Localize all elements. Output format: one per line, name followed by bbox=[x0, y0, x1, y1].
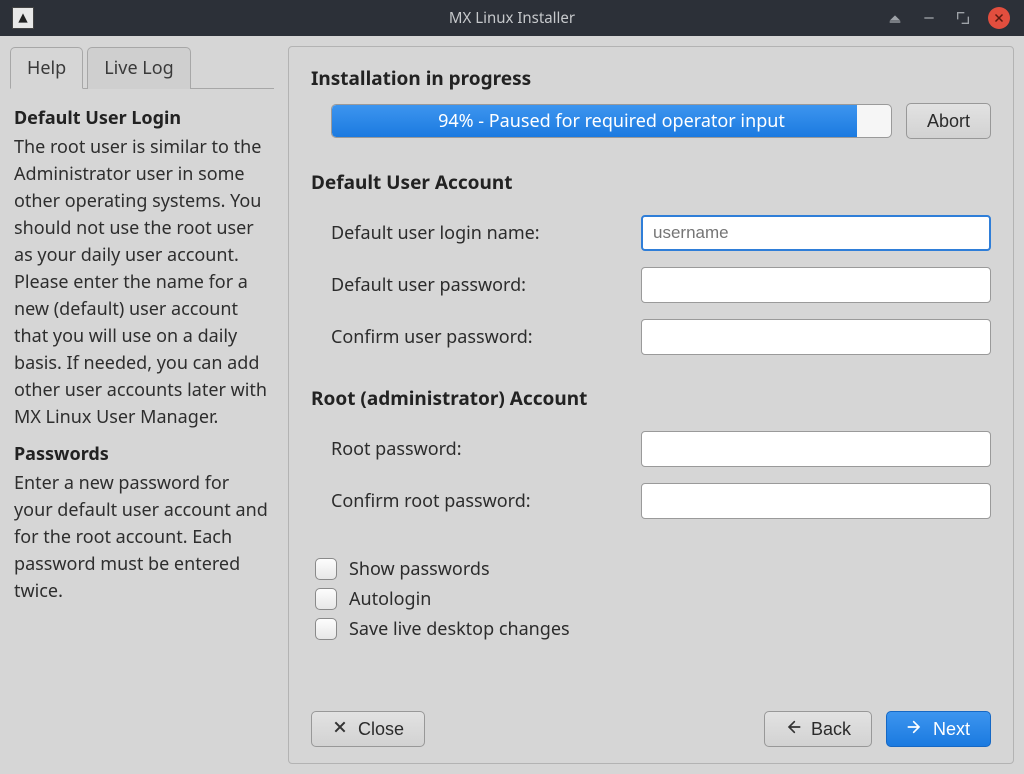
help-text-passwords: Enter a new password for your default us… bbox=[14, 470, 270, 605]
help-heading-passwords: Passwords bbox=[14, 441, 270, 468]
help-body: Default User Login The root user is simi… bbox=[10, 88, 274, 764]
row-user-password: Default user password: bbox=[331, 267, 991, 303]
app-icon bbox=[12, 7, 34, 29]
minimize-icon[interactable] bbox=[920, 9, 938, 27]
progress-label: 94% - Paused for required operator input bbox=[332, 109, 891, 133]
user-password-label: Default user password: bbox=[331, 273, 641, 297]
help-heading-user: Default User Login bbox=[14, 105, 270, 132]
root-heading: Root (administrator) Account bbox=[311, 385, 991, 411]
checkbox-icon[interactable] bbox=[315, 618, 337, 640]
user-password-input[interactable] bbox=[641, 267, 991, 303]
row-login: Default user login name: bbox=[331, 215, 991, 251]
checkbox-icon[interactable] bbox=[315, 588, 337, 610]
arrow-left-icon bbox=[785, 719, 801, 740]
tabs: Help Live Log bbox=[10, 46, 274, 88]
footer-right: Back Next bbox=[764, 711, 991, 747]
close-icon[interactable] bbox=[988, 7, 1010, 29]
check-save-live[interactable]: Save live desktop changes bbox=[315, 617, 991, 641]
help-text-user: The root user is similar to the Administ… bbox=[14, 134, 270, 431]
content-area: Help Live Log Default User Login The roo… bbox=[0, 36, 1024, 774]
show-passwords-label: Show passwords bbox=[349, 557, 490, 581]
progress-row: 94% - Paused for required operator input… bbox=[331, 103, 991, 139]
root-password-confirm-input[interactable] bbox=[641, 483, 991, 519]
titlebar: MX Linux Installer bbox=[0, 0, 1024, 36]
save-live-label: Save live desktop changes bbox=[349, 617, 570, 641]
back-button[interactable]: Back bbox=[764, 711, 872, 747]
close-label: Close bbox=[358, 719, 404, 740]
arrow-right-icon bbox=[907, 719, 923, 740]
back-label: Back bbox=[811, 719, 851, 740]
options-block: Show passwords Autologin Save live deskt… bbox=[311, 551, 991, 647]
check-autologin[interactable]: Autologin bbox=[315, 587, 991, 611]
abort-button[interactable]: Abort bbox=[906, 103, 991, 139]
maximize-icon[interactable] bbox=[954, 9, 972, 27]
window-controls bbox=[886, 7, 1024, 29]
progress-heading: Installation in progress bbox=[311, 65, 991, 91]
row-user-password-confirm: Confirm user password: bbox=[331, 319, 991, 355]
root-password-label: Root password: bbox=[331, 437, 641, 461]
help-panel: Help Live Log Default User Login The roo… bbox=[10, 46, 274, 764]
row-root-password: Root password: bbox=[331, 431, 991, 467]
progress-bar: 94% - Paused for required operator input bbox=[331, 104, 892, 138]
autologin-label: Autologin bbox=[349, 587, 431, 611]
window-title: MX Linux Installer bbox=[449, 8, 575, 28]
footer-buttons: Close Back Next bbox=[311, 693, 991, 747]
user-heading: Default User Account bbox=[311, 169, 991, 195]
row-root-password-confirm: Confirm root password: bbox=[331, 483, 991, 519]
main-panel: Installation in progress 94% - Paused fo… bbox=[288, 46, 1014, 764]
x-icon bbox=[332, 719, 348, 740]
next-button[interactable]: Next bbox=[886, 711, 991, 747]
tab-help[interactable]: Help bbox=[10, 47, 83, 89]
tab-livelog[interactable]: Live Log bbox=[87, 47, 190, 89]
root-password-confirm-label: Confirm root password: bbox=[331, 489, 641, 513]
user-password-confirm-input[interactable] bbox=[641, 319, 991, 355]
login-label: Default user login name: bbox=[331, 221, 641, 245]
shade-icon[interactable] bbox=[886, 9, 904, 27]
close-button[interactable]: Close bbox=[311, 711, 425, 747]
check-show-passwords[interactable]: Show passwords bbox=[315, 557, 991, 581]
login-input[interactable] bbox=[641, 215, 991, 251]
root-password-input[interactable] bbox=[641, 431, 991, 467]
next-label: Next bbox=[933, 719, 970, 740]
checkbox-icon[interactable] bbox=[315, 558, 337, 580]
user-password-confirm-label: Confirm user password: bbox=[331, 325, 641, 349]
installer-window: MX Linux Installer Help Live Log De bbox=[0, 0, 1024, 774]
